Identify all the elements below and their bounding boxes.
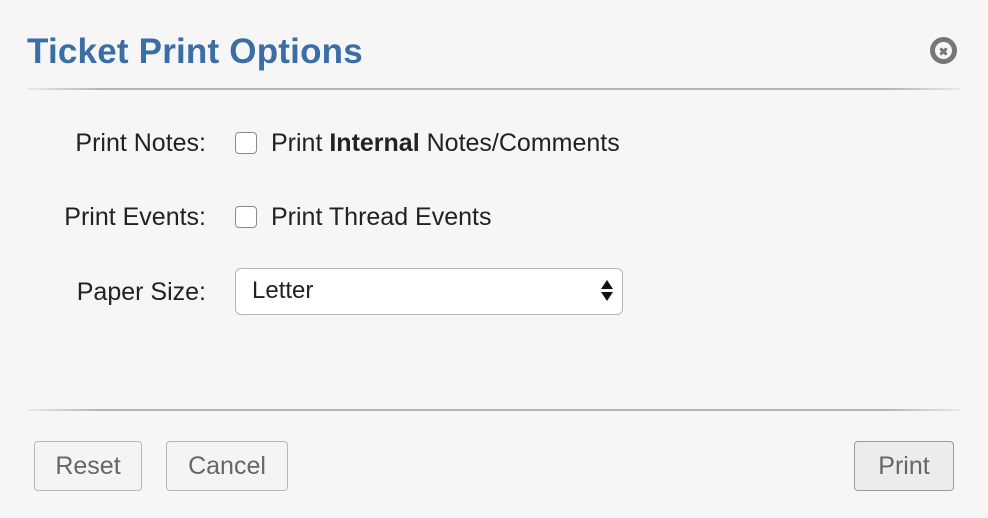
print-events-label: Print Events: (64, 203, 206, 231)
print-notes-row: Print Notes: Print Internal Notes/Commen… (0, 123, 988, 163)
print-notes-checkbox[interactable] (235, 132, 257, 154)
paper-size-select[interactable]: Letter (235, 268, 623, 315)
cancel-button[interactable]: Cancel (166, 441, 288, 491)
print-events-checkbox[interactable] (235, 206, 257, 228)
print-notes-label: Print Notes: (75, 129, 206, 157)
print-events-option-label[interactable]: Print Thread Events (271, 197, 491, 237)
print-options-dialog: Ticket Print Options Print Notes: Print … (0, 0, 988, 518)
print-button[interactable]: Print (854, 441, 954, 491)
paper-size-row: Paper Size: Letter (0, 268, 988, 315)
print-notes-option-suffix: Notes/Comments (426, 129, 620, 157)
print-notes-option-bold: Internal (329, 129, 420, 157)
paper-size-label: Paper Size: (76, 278, 206, 306)
dialog-title: Ticket Print Options (27, 32, 363, 71)
paper-size-selected-value: Letter (252, 277, 314, 304)
print-notes-option-label[interactable]: Print Internal Notes/Comments (271, 123, 620, 163)
arrow-up-icon (601, 280, 613, 289)
footer-divider (28, 409, 960, 411)
header-divider (28, 88, 960, 90)
print-notes-option-prefix: Print (271, 129, 323, 157)
close-icon[interactable] (930, 37, 957, 64)
print-events-row: Print Events: Print Thread Events (0, 197, 988, 237)
updown-arrows-icon (601, 280, 613, 302)
reset-button[interactable]: Reset (34, 441, 142, 491)
arrow-down-icon (601, 292, 613, 301)
